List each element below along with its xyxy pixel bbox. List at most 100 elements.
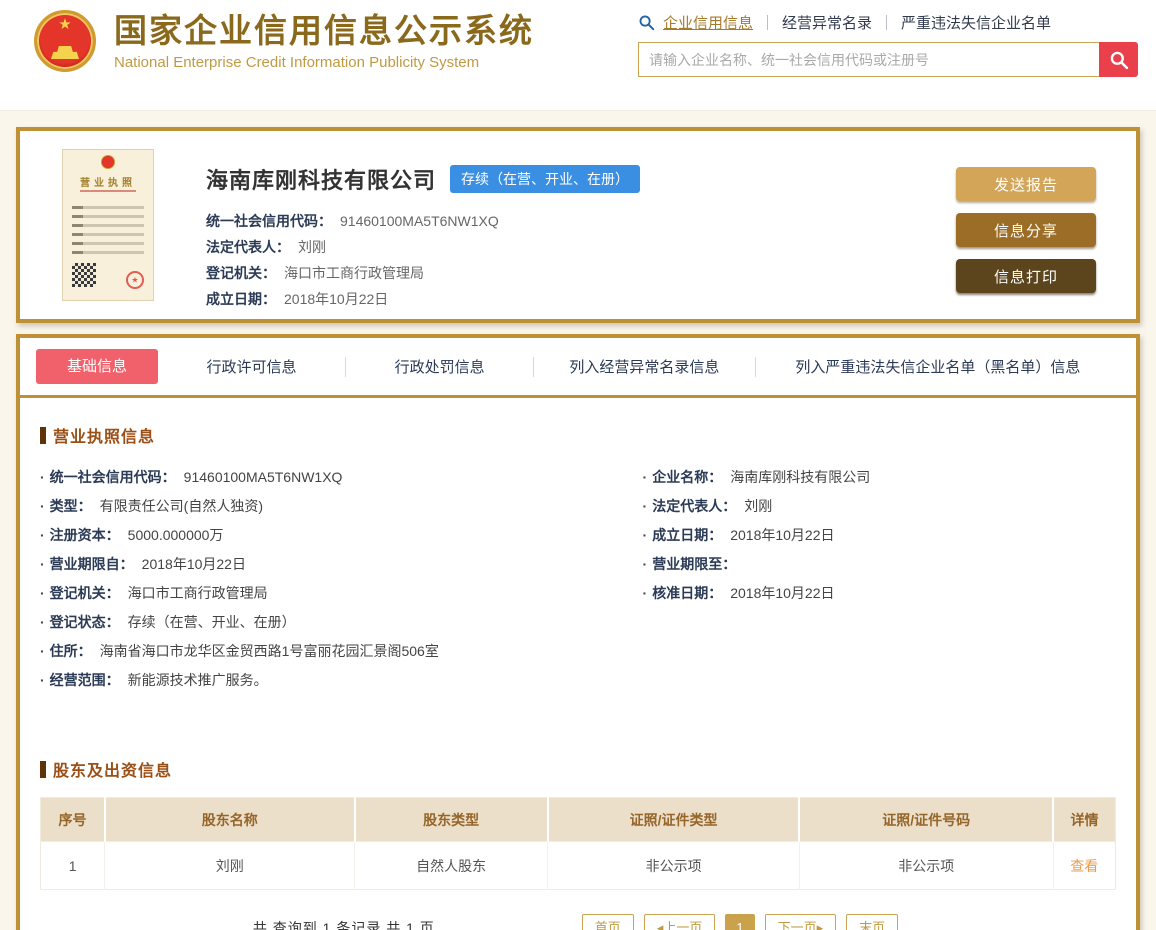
column-header-detail: 详情	[1053, 798, 1115, 842]
field-value: 刘刚	[298, 239, 326, 255]
license-title: 营业执照	[63, 174, 153, 189]
field-value: 91460100MA5T6NW1XQ	[340, 213, 499, 229]
row-address: 住所：海南省海口市龙华区金贸西路1号富丽花园汇景阁506室	[40, 637, 643, 666]
cell-cert-number: 非公示项	[799, 842, 1053, 890]
row-label: 类型：	[50, 498, 92, 514]
shareholders-table: 序号 股东名称 股东类型 证照/证件类型 证照/证件号码 详情 1 刘刚 自然人…	[40, 797, 1116, 890]
row-label: 注册资本：	[50, 527, 120, 543]
pagination-next-button[interactable]: 下一页▸	[765, 914, 837, 930]
tab-blacklist[interactable]: 列入严重违法失信企业名单（黑名单）信息	[756, 356, 1120, 377]
row-value: 海南省海口市龙华区金贸西路1号富丽花园汇景阁506室	[100, 643, 439, 659]
cell-no: 1	[41, 842, 105, 890]
tab-bar: 基础信息 行政许可信息 行政处罚信息 列入经营异常名录信息 列入严重违法失信企业…	[20, 338, 1136, 398]
row-credit-code: 统一社会信用代码： 91460100MA5T6NW1XQ	[40, 463, 643, 492]
company-info: 海南库刚科技有限公司 存续（在营、开业、在册） 统一社会信用代码：9146010…	[206, 163, 640, 312]
cell-detail: 查看	[1053, 842, 1115, 890]
row-company-type: 类型：有限责任公司(自然人独资)	[40, 492, 643, 521]
company-name-row: 海南库刚科技有限公司 存续（在营、开业、在册）	[206, 163, 640, 195]
shareholders-section-title: 股东及出资信息	[40, 757, 1116, 781]
row-legal-rep: 法定代表人： 刘刚	[643, 492, 1116, 521]
nav-divider	[767, 15, 768, 30]
license-info-left-column: 统一社会信用代码： 91460100MA5T6NW1XQ 类型：有限责任公司(自然…	[40, 463, 643, 695]
cell-cert-type: 非公示项	[548, 842, 800, 890]
field-registration-authority: 登记机关： 海口市工商行政管理局	[206, 260, 640, 286]
brand-text: 国家企业信用信息公示系统 National Enterprise Credit …	[114, 11, 534, 71]
row-value: 海口市工商行政管理局	[128, 585, 268, 601]
row-label: 营业期限自：	[50, 556, 134, 572]
send-report-button[interactable]: 发送报告	[956, 167, 1096, 201]
row-approval-date: 核准日期： 2018年10月22日	[643, 579, 1116, 608]
tab-admin-penalty[interactable]: 行政处罚信息	[346, 356, 533, 377]
brand: ★ 国家企业信用信息公示系统 National Enterprise Credi…	[34, 10, 534, 72]
row-registration-authority: 登记机关： 海口市工商行政管理局	[40, 579, 643, 608]
row-business-scope: 经营范围：新能源技术推广服务。	[40, 666, 643, 695]
row-value: 2018年10月22日	[730, 527, 834, 543]
row-company-name: 企业名称： 海南库刚科技有限公司	[643, 463, 1116, 492]
cell-shareholder-name: 刘刚	[105, 842, 355, 890]
cell-shareholder-type: 自然人股东	[355, 842, 548, 890]
field-value: 海口市工商行政管理局	[284, 265, 424, 281]
row-registered-capital: 注册资本： 5000.000000万	[40, 521, 643, 550]
pagination-prev-button[interactable]: ◂上一页	[644, 914, 716, 930]
gate-icon	[51, 46, 79, 59]
field-label: 成立日期：	[206, 291, 276, 307]
row-value: 刘刚	[744, 498, 772, 514]
company-name: 海南库刚科技有限公司	[206, 163, 436, 195]
license-section-title: 营业执照信息	[40, 423, 1116, 447]
field-establish-date: 成立日期： 2018年10月22日	[206, 286, 640, 312]
row-value: 91460100MA5T6NW1XQ	[184, 469, 343, 485]
table-header-row: 序号 股东名称 股东类型 证照/证件类型 证照/证件号码 详情	[41, 798, 1116, 842]
column-header-shareholder-name: 股东名称	[105, 798, 355, 842]
column-header-no: 序号	[41, 798, 105, 842]
license-red-line	[80, 190, 136, 192]
row-label: 登记状态：	[50, 614, 120, 630]
license-emblem-icon	[101, 155, 115, 169]
star-icon: ★	[58, 17, 71, 32]
row-value: 2018年10月22日	[730, 585, 834, 601]
row-label: 法定代表人：	[652, 498, 736, 514]
pagination-first-button[interactable]: 首页	[582, 914, 634, 930]
pagination-last-button[interactable]: 末页	[846, 914, 898, 930]
search-input[interactable]	[638, 42, 1099, 77]
row-term-from: 营业期限自：2018年10月22日	[40, 550, 643, 579]
tab-basic-info[interactable]: 基础信息	[36, 349, 158, 384]
pagination-current-page[interactable]: 1	[725, 914, 754, 930]
nav-link-blacklist[interactable]: 严重违法失信企业名单	[901, 12, 1051, 33]
row-value: 5000.000000万	[128, 527, 224, 543]
tab-admin-license[interactable]: 行政许可信息	[158, 356, 345, 377]
site-title: 国家企业信用信息公示系统	[114, 11, 534, 51]
nav-link-abnormal-list[interactable]: 经营异常名录	[782, 12, 872, 33]
tab-abnormal-list[interactable]: 列入经营异常名录信息	[534, 356, 755, 377]
row-establish-date: 成立日期： 2018年10月22日	[643, 521, 1116, 550]
row-label: 登记机关：	[50, 585, 120, 601]
row-label: 统一社会信用代码：	[50, 469, 176, 485]
field-label: 法定代表人：	[206, 239, 290, 255]
row-value: 新能源技术推广服务。	[128, 672, 268, 688]
detail-card: 基础信息 行政许可信息 行政处罚信息 列入经营异常名录信息 列入严重违法失信企业…	[16, 334, 1140, 930]
search-button[interactable]	[1099, 42, 1138, 77]
row-registration-status: 登记状态：存续（在营、开业、在册）	[40, 608, 643, 637]
site-header: ★ 国家企业信用信息公示系统 National Enterprise Credi…	[0, 0, 1156, 111]
print-info-button[interactable]: 信息打印	[956, 259, 1096, 293]
row-value: 海南库刚科技有限公司	[730, 469, 870, 485]
search-icon	[638, 14, 655, 31]
search-bar	[638, 42, 1138, 77]
field-label: 登记机关：	[206, 265, 276, 281]
field-credit-code: 统一社会信用代码：91460100MA5T6NW1XQ	[206, 208, 640, 234]
row-label: 企业名称：	[652, 469, 722, 485]
record-count-summary: 共 查询到 1 条记录 共 1 页	[253, 918, 435, 930]
license-qr-code	[72, 263, 96, 287]
column-header-cert-number: 证照/证件号码	[799, 798, 1053, 842]
view-detail-link[interactable]: 查看	[1070, 858, 1098, 874]
nav-link-enterprise-credit[interactable]: 企业信用信息	[663, 12, 753, 33]
national-emblem-logo: ★	[34, 10, 96, 72]
status-badge: 存续（在营、开业、在册）	[450, 165, 640, 193]
row-label: 成立日期：	[652, 527, 722, 543]
header-right: 企业信用信息 经营异常名录 严重违法失信企业名单	[638, 11, 1138, 77]
share-info-button[interactable]: 信息分享	[956, 213, 1096, 247]
nav-row: 企业信用信息 经营异常名录 严重违法失信企业名单	[638, 11, 1138, 33]
tab-content: 营业执照信息 统一社会信用代码： 91460100MA5T6NW1XQ 类型：有限…	[20, 423, 1136, 930]
row-label: 核准日期：	[652, 585, 722, 601]
field-value: 2018年10月22日	[284, 291, 388, 307]
column-header-shareholder-type: 股东类型	[355, 798, 548, 842]
